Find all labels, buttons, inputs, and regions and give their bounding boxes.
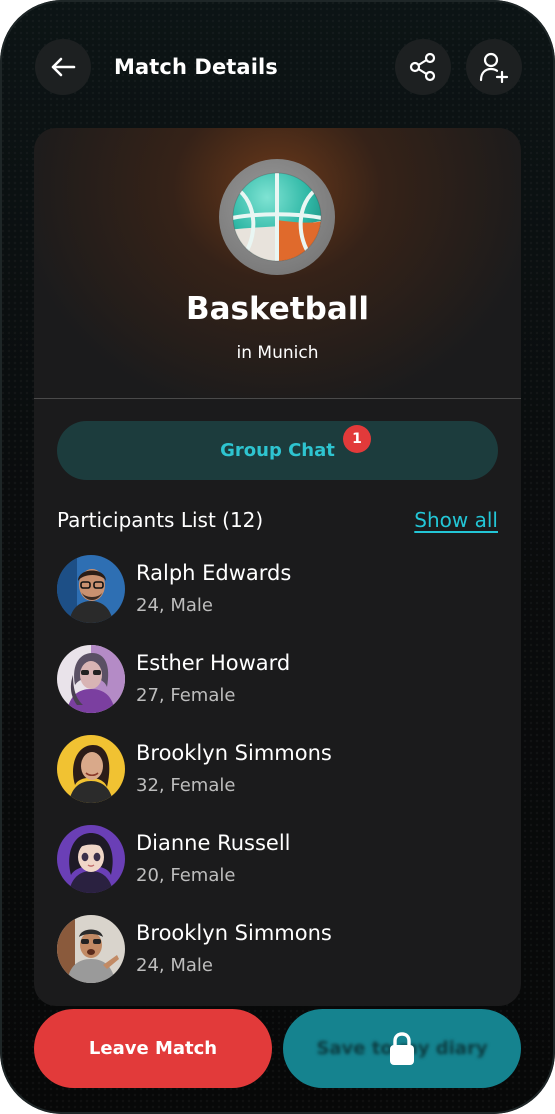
unread-badge: 1: [343, 425, 371, 453]
page-title: Match Details: [114, 55, 278, 79]
back-button[interactable]: [35, 39, 91, 95]
avatar: [57, 915, 125, 983]
participant-meta: 32, Female: [136, 775, 236, 796]
leave-match-button[interactable]: Leave Match: [34, 1009, 272, 1088]
phone-screen: Match Details Basketball in Munich Group…: [0, 0, 555, 1114]
group-chat-label: Group Chat: [220, 440, 335, 461]
participant-name: Dianne Russell: [136, 831, 291, 855]
participant-row[interactable]: Brooklyn Simmons 32, Female: [57, 735, 497, 805]
sport-avatar: [219, 159, 335, 275]
participant-row[interactable]: Ralph Edwards 24, Male: [57, 555, 497, 625]
avatar: [57, 555, 125, 623]
lock-icon: [390, 1032, 414, 1065]
participant-meta: 27, Female: [136, 685, 236, 706]
participant-row[interactable]: Brooklyn Simmons 24, Male: [57, 915, 497, 985]
share-icon: [409, 52, 436, 82]
avatar: [57, 825, 125, 893]
avatar: [57, 735, 125, 803]
participant-name: Ralph Edwards: [136, 561, 292, 585]
participant-meta: 20, Female: [136, 865, 236, 886]
add-user-icon: [479, 52, 509, 83]
basketball-icon: [232, 172, 322, 262]
match-card: Basketball in Munich Group Chat 1 Partic…: [34, 128, 521, 1006]
save-to-diary-button[interactable]: Save to my diary: [283, 1009, 521, 1088]
participant-row[interactable]: Dianne Russell 20, Female: [57, 825, 497, 895]
sport-name: Basketball: [186, 291, 369, 327]
participant-name: Brooklyn Simmons: [136, 921, 332, 945]
participant-name: Brooklyn Simmons: [136, 741, 332, 765]
participant-meta: 24, Male: [136, 955, 213, 976]
divider: [34, 398, 521, 399]
participant-name: Esther Howard: [136, 651, 291, 675]
group-chat-button[interactable]: Group Chat: [57, 421, 498, 480]
match-location: in Munich: [236, 343, 319, 363]
show-all-link[interactable]: Show all: [414, 508, 498, 532]
add-user-button[interactable]: [466, 39, 522, 95]
participant-row[interactable]: Esther Howard 27, Female: [57, 645, 497, 715]
participant-meta: 24, Male: [136, 595, 213, 616]
back-arrow-icon: [51, 57, 76, 77]
participants-title: Participants List (12): [57, 508, 264, 532]
avatar: [57, 645, 125, 713]
share-button[interactable]: [395, 39, 451, 95]
